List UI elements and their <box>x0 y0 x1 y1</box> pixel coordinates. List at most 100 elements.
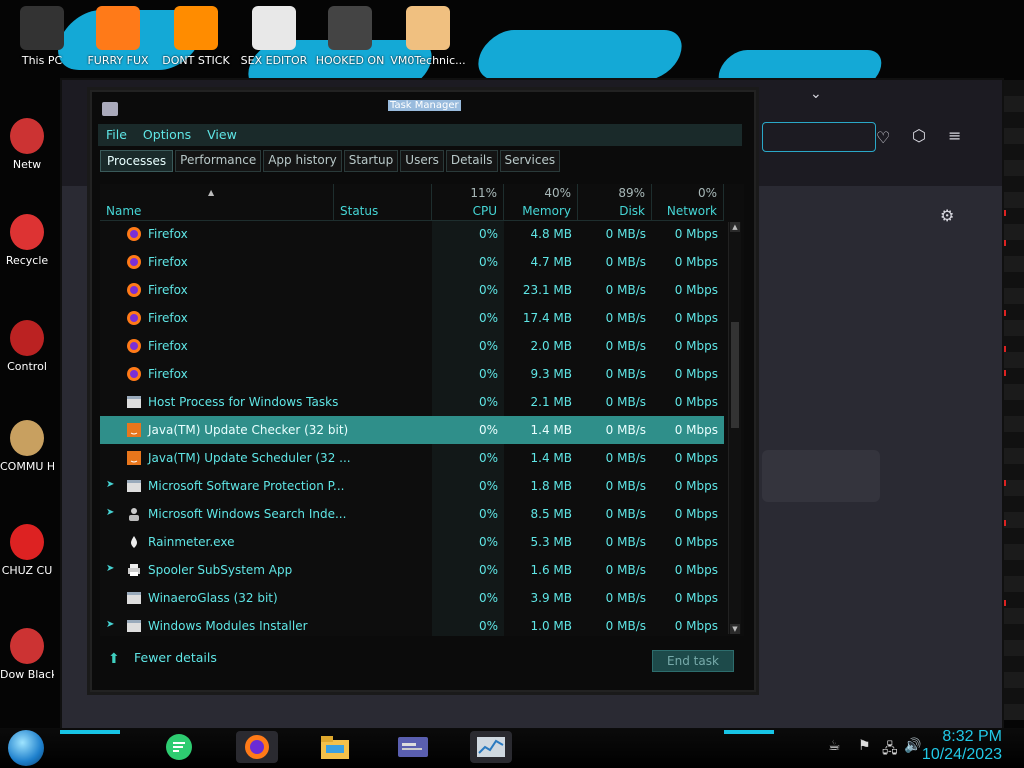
table-row[interactable]: Firefox 0% 4.8 MB 0 MB/s 0 Mbps <box>100 220 724 248</box>
tab-processes[interactable]: Processes <box>100 150 174 172</box>
desktop-icon[interactable]: This PC <box>4 6 80 67</box>
cell-disk: 0 MB/s <box>605 367 646 381</box>
volume-icon[interactable]: 🔊 <box>904 738 921 754</box>
expand-chevron-icon[interactable]: ➤ <box>106 619 114 630</box>
menu-view[interactable]: View <box>199 124 245 146</box>
cell-cpu: 0% <box>478 451 498 465</box>
tab-details[interactable]: Details <box>445 150 498 172</box>
task-manager-window[interactable]: Task Manager File Options View Processes… <box>90 90 756 692</box>
table-row[interactable]: ➤ Windows Modules Installer 0% 1.0 MB 0 MB/s… <box>100 612 724 636</box>
table-row[interactable]: Firefox 0% 4.7 MB 0 MB/s 0 Mbps <box>100 248 724 276</box>
desktop-icon[interactable]: FURRY FUX <box>80 6 156 67</box>
window-icon <box>126 590 142 606</box>
clock[interactable]: 8:32 PM 10/24/2023 <box>922 728 1002 764</box>
table-row[interactable]: Host Process for Windows Tasks 0% 2.1 MB 0 … <box>100 388 724 416</box>
scroll-down-icon[interactable]: ▼ <box>730 624 740 634</box>
flag-icon[interactable]: ⚑ <box>858 738 871 754</box>
cell-memory: 1.4 MB <box>530 423 572 437</box>
gear-icon[interactable]: ⚙ <box>940 206 954 225</box>
header-memory[interactable]: 40% Memory <box>504 184 578 220</box>
firefox-icon[interactable] <box>236 731 278 763</box>
start-button[interactable] <box>8 730 44 766</box>
arrow-up-icon: ⬆ <box>108 650 120 667</box>
desktop-icon[interactable]: Control <box>0 320 54 373</box>
expand-chevron-icon[interactable]: ➤ <box>106 563 114 574</box>
cell-network: 0 Mbps <box>674 479 718 493</box>
task-manager-icon[interactable] <box>470 731 512 763</box>
fewer-details-button[interactable]: ⬆ Fewer details <box>108 650 217 667</box>
scrollbar-thumb[interactable] <box>731 322 739 428</box>
tab-users[interactable]: Users <box>400 150 444 172</box>
java-tray-icon[interactable]: ☕ <box>828 738 841 754</box>
red-app-icon <box>10 524 44 560</box>
expand-chevron-icon[interactable]: ➤ <box>106 507 114 518</box>
table-row[interactable]: Firefox 0% 2.0 MB 0 MB/s 0 Mbps <box>100 332 724 360</box>
recycle-bin-icon <box>10 214 44 250</box>
cell-network: 0 Mbps <box>674 507 718 521</box>
tab-app-history[interactable]: App history <box>263 150 342 172</box>
table-row[interactable]: Java(TM) Update Scheduler (32 ... 0% 1.4 M… <box>100 444 724 472</box>
desktop-icon[interactable]: HOOKED ON <box>312 6 388 67</box>
desktop-icon[interactable]: Netw <box>0 118 54 171</box>
extensions-icon[interactable]: ⬡ <box>912 126 926 145</box>
network-icon <box>10 118 44 154</box>
cell-memory: 2.1 MB <box>530 395 572 409</box>
table-row[interactable]: ➤ Microsoft Windows Search Inde... 0% 8.5 M… <box>100 500 724 528</box>
pocket-icon[interactable]: ♡ <box>876 128 890 147</box>
vertical-scrollbar[interactable]: ▲ ▼ <box>728 222 741 634</box>
process-name: Firefox <box>148 367 188 381</box>
network-icon[interactable]: 🖧 <box>882 738 898 762</box>
table-row[interactable]: WinaeroGlass (32 bit) 0% 3.9 MB 0 MB/s 0 Mbp… <box>100 584 724 612</box>
clock-time: 8:32 PM <box>942 728 1002 745</box>
cell-disk: 0 MB/s <box>605 395 646 409</box>
header-status[interactable]: Status <box>334 184 432 220</box>
cell-disk: 0 MB/s <box>605 619 646 633</box>
tab-services[interactable]: Services <box>499 150 561 172</box>
header-cpu[interactable]: 11% CPU <box>432 184 504 220</box>
desktop-icon[interactable]: DONT STICK <box>158 6 234 67</box>
desktop-icon[interactable]: Dow Black <box>0 628 54 681</box>
card-app-icon[interactable] <box>392 731 434 763</box>
header-name[interactable]: Name <box>100 184 334 220</box>
desktop-icon[interactable]: CHUZ CU <box>0 524 54 577</box>
process-name: WinaeroGlass (32 bit) <box>148 591 278 605</box>
cell-memory: 3.9 MB <box>530 591 572 605</box>
scroll-up-icon[interactable]: ▲ <box>730 222 740 232</box>
cell-disk: 0 MB/s <box>605 563 646 577</box>
tab-startup[interactable]: Startup <box>343 150 399 172</box>
process-name: Host Process for Windows Tasks <box>148 395 339 409</box>
table-row[interactable]: Firefox 0% 23.1 MB 0 MB/s 0 Mbps <box>100 276 724 304</box>
table-row[interactable]: Rainmeter.exe 0% 5.3 MB 0 MB/s 0 Mbps <box>100 528 724 556</box>
cell-cpu: 0% <box>478 227 498 241</box>
menu-file[interactable]: File <box>98 124 135 146</box>
cell-network: 0 Mbps <box>674 535 718 549</box>
menu-icon[interactable]: ≡ <box>948 126 961 145</box>
notes-icon[interactable] <box>158 731 200 763</box>
window-icon <box>126 618 142 634</box>
process-name: Microsoft Software Protection P... <box>148 479 345 493</box>
header-network[interactable]: 0% Network <box>652 184 724 220</box>
end-task-button[interactable]: End task <box>652 650 734 672</box>
menu-options[interactable]: Options <box>135 124 199 146</box>
table-row[interactable]: Firefox 0% 17.4 MB 0 MB/s 0 Mbps <box>100 304 724 332</box>
desktop-icon[interactable]: Recycle <box>0 214 54 267</box>
desktop-icon-label: VM0Technic... <box>390 54 466 67</box>
header-disk[interactable]: 89% Disk <box>578 184 652 220</box>
control-panel-icon <box>10 320 44 356</box>
chevron-down-icon[interactable]: ⌄ <box>810 86 822 102</box>
desktop-icon[interactable]: VM0Technic... <box>390 6 466 67</box>
file-explorer-icon[interactable] <box>314 731 356 763</box>
cell-network: 0 Mbps <box>674 367 718 381</box>
content-card <box>762 450 880 502</box>
table-row[interactable]: Java(TM) Update Checker (32 bit) 0% 1.4 MB… <box>100 416 724 444</box>
browser-address-bar[interactable] <box>762 122 876 152</box>
process-table: ▲ Name Status 11% CPU 40% Memory 89% Disk 0… <box>100 184 744 636</box>
desktop-icon-label: Control <box>7 360 47 373</box>
table-row[interactable]: ➤ Microsoft Software Protection P... 0% 1.8… <box>100 472 724 500</box>
table-row[interactable]: ➤ Spooler SubSystem App 0% 1.6 MB 0 MB/s 0 Mb… <box>100 556 724 584</box>
desktop-icon[interactable]: COMMU HATE TH <box>0 420 54 473</box>
desktop-icon[interactable]: SEX EDITOR <box>236 6 312 67</box>
table-row[interactable]: Firefox 0% 9.3 MB 0 MB/s 0 Mbps <box>100 360 724 388</box>
tab-performance[interactable]: Performance <box>175 150 262 172</box>
expand-chevron-icon[interactable]: ➤ <box>106 479 114 490</box>
